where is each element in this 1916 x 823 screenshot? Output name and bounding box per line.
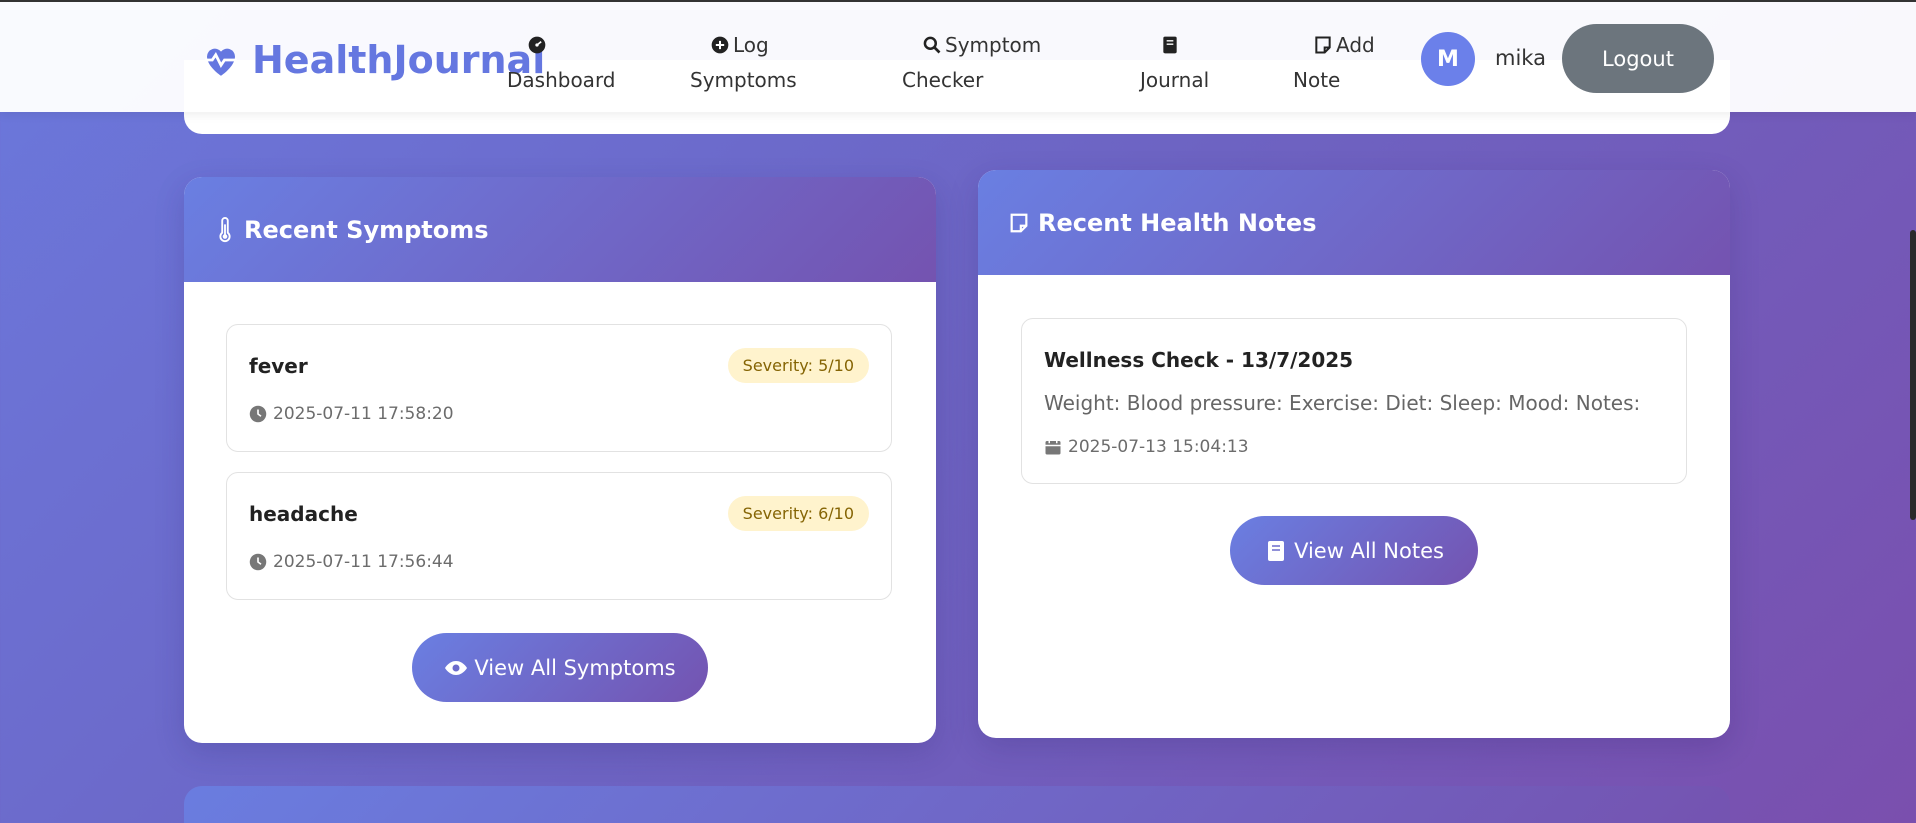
plus-circle-icon	[711, 36, 729, 54]
user-avatar[interactable]: M	[1421, 32, 1475, 86]
scrollbar[interactable]	[1910, 230, 1916, 520]
nav-log-label-1: Log	[733, 33, 769, 57]
book-icon	[1163, 36, 1177, 54]
nav-addnote-label-1: Add	[1336, 33, 1375, 57]
symptom-time: 2025-07-11 17:56:44	[249, 552, 454, 572]
nav-symptom-checker[interactable]: Symptom Checker	[902, 28, 1041, 98]
nav-log-symptoms[interactable]: Log Symptoms	[690, 28, 797, 98]
symptom-name: headache	[249, 502, 358, 526]
book-icon	[1268, 540, 1285, 561]
eye-icon	[445, 660, 468, 675]
symptom-item[interactable]: headache Severity: 6/10 2025-07-11 17:56…	[226, 472, 892, 600]
recent-symptoms-title: Recent Symptoms	[244, 215, 489, 244]
heart-pulse-icon	[205, 48, 237, 76]
clock-icon	[249, 405, 267, 423]
navbar: HealthJournal Dashboard Log Symptoms Sym…	[0, 0, 1916, 112]
symptom-time-text: 2025-07-11 17:58:20	[273, 404, 454, 424]
nav-add-note[interactable]: Add Note	[1293, 28, 1375, 98]
note-item[interactable]: Wellness Check - 13/7/2025 Weight: Blood…	[1021, 318, 1687, 484]
recent-symptoms-header: Recent Symptoms	[184, 177, 936, 282]
recent-symptoms-panel: Recent Symptoms fever Severity: 5/10 202…	[184, 177, 936, 743]
nav-journal-label: Journal	[1140, 68, 1210, 92]
clock-icon	[249, 553, 267, 571]
recent-notes-panel: Recent Health Notes Wellness Check - 13/…	[978, 170, 1730, 738]
thermometer-icon	[219, 216, 231, 242]
next-section-card	[184, 786, 1730, 823]
nav-addnote-label-2: Note	[1293, 68, 1341, 92]
username: mika	[1495, 46, 1546, 70]
nav-log-label-2: Symptoms	[690, 68, 797, 92]
nav-checker-label-1: Symptom	[945, 33, 1042, 57]
nav-dashboard-label: Dashboard	[507, 68, 616, 92]
nav-journal[interactable]: Journal	[1140, 28, 1209, 98]
nav-checker-label-2: Checker	[902, 68, 984, 92]
note-time-text: 2025-07-13 15:04:13	[1068, 437, 1249, 457]
sticky-note-icon	[1010, 213, 1028, 232]
symptom-time-text: 2025-07-11 17:56:44	[273, 552, 454, 572]
brand-name: HealthJournal	[252, 38, 546, 82]
gauge-icon	[528, 36, 546, 54]
note-title: Wellness Check - 13/7/2025	[1044, 348, 1354, 372]
recent-notes-header: Recent Health Notes	[978, 170, 1730, 275]
note-time: 2025-07-13 15:04:13	[1044, 437, 1249, 457]
note-body: Weight: Blood pressure: Exercise: Diet: …	[1044, 391, 1641, 415]
search-icon	[923, 36, 941, 54]
severity-badge: Severity: 5/10	[727, 348, 869, 383]
nav-dashboard[interactable]: Dashboard	[507, 28, 616, 98]
view-all-notes-button[interactable]: View All Notes	[1230, 516, 1478, 585]
symptom-time: 2025-07-11 17:58:20	[249, 404, 454, 424]
logout-button[interactable]: Logout	[1562, 24, 1714, 93]
view-all-symptoms-label: View All Symptoms	[474, 655, 676, 680]
recent-notes-title: Recent Health Notes	[1038, 208, 1317, 237]
sticky-note-icon	[1315, 36, 1331, 54]
severity-badge: Severity: 6/10	[727, 496, 869, 531]
view-all-symptoms-button[interactable]: View All Symptoms	[412, 633, 708, 702]
symptom-item[interactable]: fever Severity: 5/10 2025-07-11 17:58:20	[226, 324, 892, 452]
brand-logo[interactable]: HealthJournal	[200, 38, 545, 82]
view-all-notes-label: View All Notes	[1294, 538, 1444, 563]
symptom-name: fever	[249, 354, 308, 378]
calendar-icon	[1045, 439, 1061, 455]
